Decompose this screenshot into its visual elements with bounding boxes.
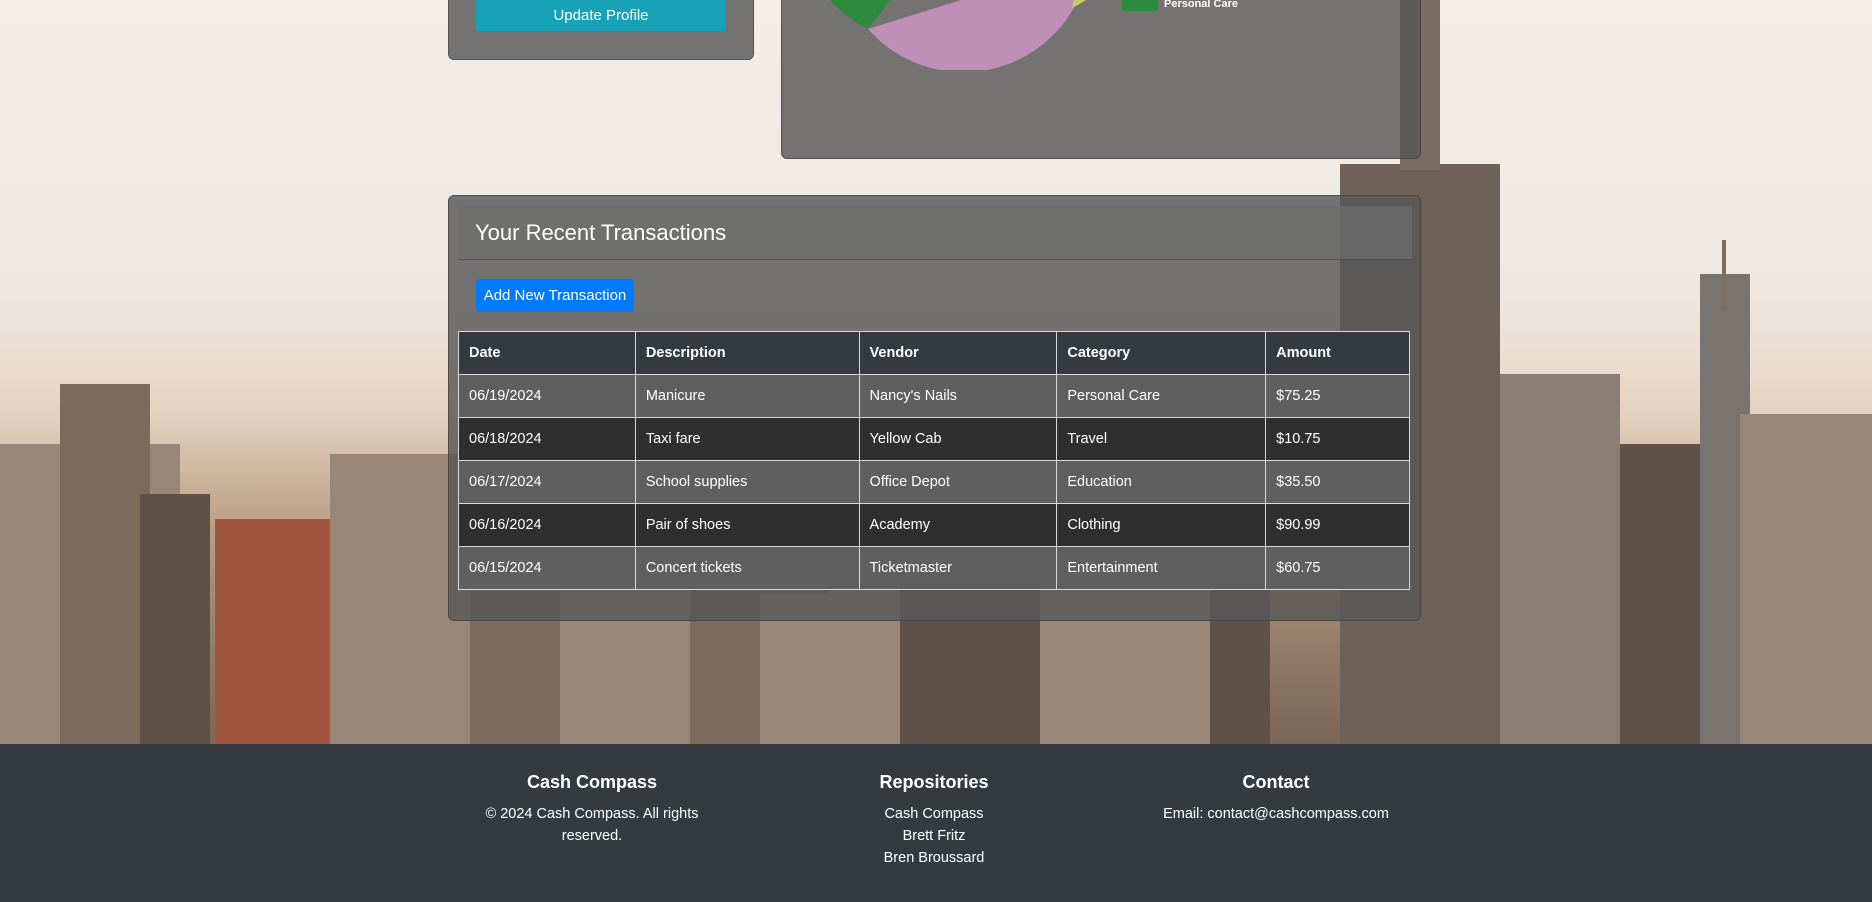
repo-link-brett-fritz[interactable]: Brett Fritz: [834, 825, 1034, 847]
footer-repositories: Repositories Cash Compass Brett Fritz Br…: [834, 772, 1034, 869]
table-row[interactable]: 06/19/2024 Manicure Nancy's Nails Person…: [458, 374, 1410, 418]
legend-swatch-personal-care: [1122, 0, 1158, 11]
table-row[interactable]: 06/16/2024 Pair of shoes Academy Clothin…: [458, 503, 1410, 547]
cell-category: Clothing: [1056, 503, 1267, 547]
cell-amount: $90.99: [1265, 503, 1410, 547]
column-header-vendor[interactable]: Vendor: [858, 331, 1058, 375]
cell-description: Pair of shoes: [634, 503, 860, 547]
repo-link-cash-compass[interactable]: Cash Compass: [834, 803, 1034, 825]
table-header-row: Date Description Vendor Category Amount: [458, 331, 1410, 375]
footer-contact-email[interactable]: Email: contact@cashcompass.com: [1136, 803, 1416, 825]
update-profile-button[interactable]: Update Profile: [476, 0, 726, 31]
table-row[interactable]: 06/17/2024 School supplies Office Depot …: [458, 460, 1410, 504]
cell-description: Concert tickets: [634, 546, 860, 590]
footer-repositories-title: Repositories: [879, 772, 989, 792]
cell-vendor: Ticketmaster: [858, 546, 1058, 590]
transactions-header: Your Recent Transactions: [458, 206, 1412, 260]
cell-amount: $35.50: [1265, 460, 1410, 504]
footer-brand: Cash Compass © 2024 Cash Compass. All ri…: [456, 772, 728, 847]
cell-vendor: Nancy's Nails: [858, 374, 1058, 418]
footer-contact: Contact Email: contact@cashcompass.com: [1136, 772, 1416, 825]
column-header-description[interactable]: Description: [634, 331, 860, 375]
cell-vendor: Office Depot: [858, 460, 1058, 504]
cell-description: Manicure: [634, 374, 860, 418]
footer-copyright: © 2024 Cash Compass. All rights reserved…: [485, 806, 699, 844]
cell-category: Entertainment: [1056, 546, 1267, 590]
cell-amount: $60.75: [1265, 546, 1410, 590]
cell-description: School supplies: [634, 460, 860, 504]
spending-pie-chart: [830, 0, 1086, 70]
cell-description: Taxi fare: [634, 417, 860, 461]
add-new-transaction-button[interactable]: Add New Transaction: [476, 279, 634, 312]
cell-category: Education: [1056, 460, 1267, 504]
cell-date: 06/16/2024: [458, 503, 636, 547]
cell-category: Travel: [1056, 417, 1267, 461]
cell-date: 06/19/2024: [458, 374, 636, 418]
column-header-date[interactable]: Date: [458, 331, 636, 375]
table-row[interactable]: 06/15/2024 Concert tickets Ticketmaster …: [458, 546, 1410, 590]
footer-contact-title: Contact: [1242, 772, 1310, 792]
site-footer: Cash Compass © 2024 Cash Compass. All ri…: [0, 744, 1872, 902]
pie-slice-green: [830, 0, 890, 29]
cell-category: Personal Care: [1056, 374, 1267, 418]
pie-slice-yellow: [1072, 0, 1086, 8]
cell-date: 06/18/2024: [458, 417, 636, 461]
transactions-table: Date Description Vendor Category Amount …: [458, 331, 1410, 590]
column-header-category[interactable]: Category: [1056, 331, 1267, 375]
cell-vendor: Yellow Cab: [858, 417, 1058, 461]
cell-vendor: Academy: [858, 503, 1058, 547]
cell-date: 06/17/2024: [458, 460, 636, 504]
footer-brand-title: Cash Compass: [526, 772, 658, 792]
transactions-title: Your Recent Transactions: [475, 220, 727, 245]
repo-link-bren-broussard[interactable]: Bren Broussard: [834, 847, 1034, 869]
table-row[interactable]: 06/18/2024 Taxi fare Yellow Cab Travel $…: [458, 417, 1410, 461]
cell-date: 06/15/2024: [458, 546, 636, 590]
cell-amount: $10.75: [1265, 417, 1410, 461]
cell-amount: $75.25: [1265, 374, 1410, 418]
column-header-amount[interactable]: Amount: [1265, 331, 1410, 375]
pie-slice-pink: [868, 0, 1078, 70]
legend-label: Personal Care: [1164, 0, 1238, 10]
